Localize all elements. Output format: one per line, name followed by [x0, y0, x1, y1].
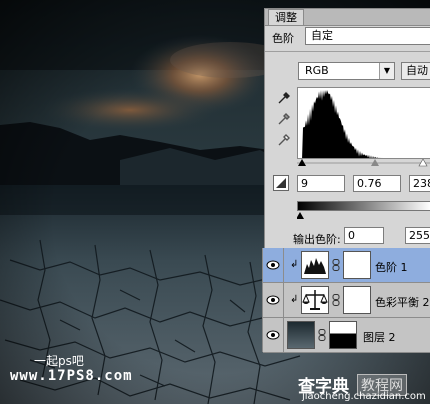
output-gradient: [297, 201, 430, 211]
output-black-slider[interactable]: [297, 212, 304, 219]
channel-select[interactable]: RGB ▼: [298, 62, 395, 80]
divider: [283, 283, 284, 318]
chevron-down-icon[interactable]: ▼: [379, 63, 394, 79]
layer-mask-thumbnail[interactable]: [343, 286, 371, 314]
histogram: [297, 87, 430, 159]
input-sliders[interactable]: [297, 159, 430, 169]
output-sliders[interactable]: [297, 211, 430, 221]
link-icon[interactable]: [318, 329, 326, 341]
link-icon[interactable]: [332, 294, 340, 306]
auto-button[interactable]: 自动: [401, 62, 430, 80]
visibility-eye-icon[interactable]: [266, 330, 280, 340]
color-balance-icon: [301, 286, 329, 314]
layer-mask-thumbnail[interactable]: [329, 321, 357, 349]
divider: [283, 248, 284, 283]
image-thumbnail: [287, 321, 315, 349]
visibility-eye-icon[interactable]: [266, 260, 280, 270]
visibility-eye-icon[interactable]: [266, 295, 280, 305]
output-levels-label: 输出色阶:: [293, 233, 341, 246]
levels-icon: [301, 251, 329, 279]
layer-name[interactable]: 色阶 1: [375, 259, 408, 275]
output-black-field[interactable]: 0: [344, 227, 384, 244]
link-icon[interactable]: [332, 259, 340, 271]
channel-value: RGB: [305, 64, 329, 77]
adjustments-panel: 调整 色阶 自定 RGB ▼ 自动 9 0.76 238 输出色阶: 0 255: [264, 8, 430, 248]
clip-arrow-icon: ↲: [290, 259, 299, 270]
watermark-domain: www.17PS8.com: [10, 368, 133, 384]
gray-eyedropper-icon[interactable]: [277, 112, 291, 126]
layer-row-color-balance[interactable]: ↲ 色彩平衡 2: [263, 283, 430, 318]
tab-adjustments[interactable]: 调整: [268, 9, 304, 25]
clip-arrow-icon: ↲: [290, 294, 299, 305]
input-black-field[interactable]: 9: [297, 175, 345, 192]
divider: [283, 318, 284, 353]
layer-name[interactable]: 图层 2: [363, 329, 396, 345]
layer-mask-thumbnail[interactable]: [343, 251, 371, 279]
input-gamma-field[interactable]: 0.76: [353, 175, 401, 192]
layers-panel: ↲ 色阶 1 ↲ 色彩平衡 2 图层 2: [262, 248, 430, 353]
output-white-field[interactable]: 255: [405, 227, 430, 244]
layer-row-levels[interactable]: ↲ 色阶 1: [263, 248, 430, 283]
watermark-site-url: jiaocheng.chazidian.com: [302, 391, 426, 402]
histogram-shape: [302, 90, 383, 158]
white-eyedropper-icon[interactable]: [277, 133, 291, 147]
clipping-warning-icon[interactable]: [273, 175, 289, 191]
layer-name[interactable]: 色彩平衡 2: [375, 294, 430, 310]
input-white-field[interactable]: 238: [409, 175, 430, 192]
separator: [265, 51, 430, 52]
preset-label: 色阶: [272, 32, 294, 45]
preset-select[interactable]: 自定: [305, 27, 430, 45]
black-eyedropper-icon[interactable]: [277, 91, 291, 105]
layer-row-layer-2[interactable]: 图层 2: [263, 318, 430, 353]
histogram-graph: [302, 90, 383, 158]
watermark-top-left: 一起ps吧: [34, 354, 84, 368]
